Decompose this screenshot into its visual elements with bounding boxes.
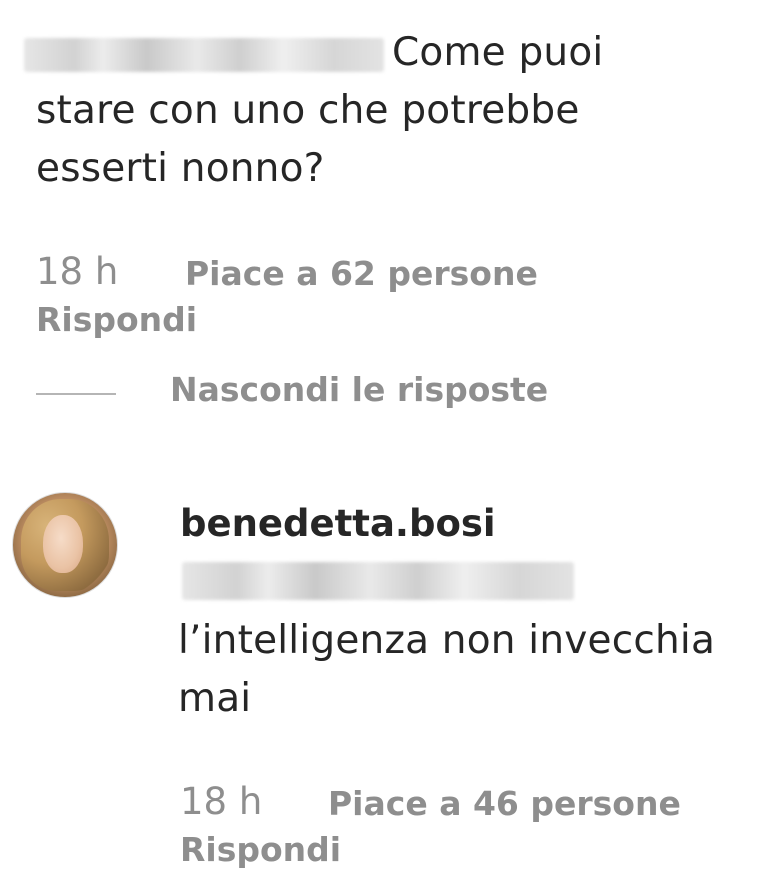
reply-line-2: mai bbox=[178, 676, 252, 721]
blurred-mention[interactable] bbox=[182, 562, 574, 600]
blurred-username[interactable] bbox=[24, 37, 384, 72]
hide-replies-line bbox=[36, 393, 116, 395]
comment-line-3: esserti nonno? bbox=[36, 146, 325, 191]
avatar[interactable] bbox=[12, 492, 118, 598]
comment-line-2: stare con uno che potrebbe bbox=[36, 88, 580, 133]
reply-timestamp: 18 h bbox=[180, 780, 263, 823]
reply-username[interactable]: benedetta.bosi bbox=[180, 502, 496, 545]
reply-text: l’intelligenza non invecchia mai bbox=[178, 612, 758, 728]
hide-replies-button[interactable]: Nascondi le risposte bbox=[170, 370, 548, 409]
comment-likes-link[interactable]: Piace a 62 persone bbox=[185, 254, 538, 293]
comment-reply-button[interactable]: Rispondi bbox=[36, 300, 197, 339]
reply-line-1: l’intelligenza non invecchia bbox=[178, 618, 716, 663]
reply-reply-button[interactable]: Rispondi bbox=[180, 830, 341, 869]
comment-line-1: Come puoi bbox=[24, 24, 744, 82]
comment-line-1-text: Come puoi bbox=[392, 30, 604, 75]
reply-likes-link[interactable]: Piace a 46 persone bbox=[328, 784, 681, 823]
comment-timestamp: 18 h bbox=[36, 250, 119, 293]
comment-text: Come puoi stare con uno che potrebbe ess… bbox=[24, 24, 744, 198]
avatar-face bbox=[43, 515, 83, 573]
